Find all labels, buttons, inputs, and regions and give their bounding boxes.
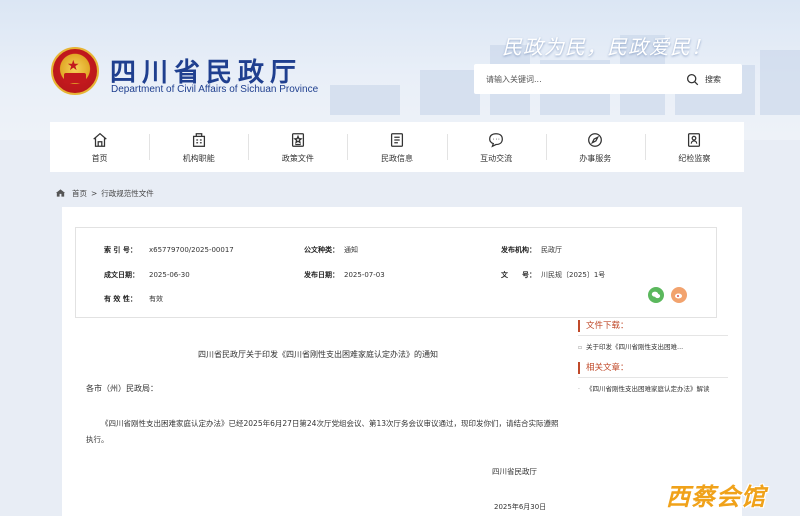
skyline-building xyxy=(420,70,480,115)
search-input[interactable] xyxy=(474,64,674,94)
content-panel: 索 引 号： x65779700/2025-00017 公文种类： 通知 发布机构：… xyxy=(62,207,742,516)
file-icon: ▫ xyxy=(578,344,583,351)
meta-doc-number-value: 川民规〔2025〕1号 xyxy=(541,271,606,279)
breadcrumb-separator: > xyxy=(91,188,98,198)
wechat-share-icon[interactable] xyxy=(648,287,664,303)
breadcrumb-home-link[interactable]: 首页 xyxy=(72,188,87,199)
nav-label: 政策文件 xyxy=(281,153,314,163)
divider xyxy=(578,335,728,336)
article-greeting: 各市（州）民政局： xyxy=(86,384,158,393)
wechat-glyph-icon xyxy=(651,291,661,299)
document-meta-box: 索 引 号： x65779700/2025-00017 公文种类： 通知 发布机构：… xyxy=(75,227,717,318)
downloads-heading: 文件下载： xyxy=(578,320,728,332)
nav-label: 纪检监察 xyxy=(678,153,711,163)
meta-doc-number-label: 文 号： xyxy=(501,271,536,279)
nav-item-home[interactable]: 首页 xyxy=(50,122,149,172)
meta-issuer-value: 民政厅 xyxy=(541,246,562,254)
chat-bubble-icon xyxy=(489,132,504,148)
search-box: 搜索 xyxy=(474,64,742,94)
article-signature: 四川省民政厅 xyxy=(492,467,537,476)
related-heading: 相关文章： xyxy=(578,362,728,374)
home-icon xyxy=(55,189,66,197)
badge-icon xyxy=(688,132,701,147)
info-list-icon xyxy=(390,132,404,147)
article-date: 2025年6月30日 xyxy=(494,503,547,511)
search-button-label: 搜索 xyxy=(705,74,721,84)
divider xyxy=(578,377,728,378)
meta-published-label: 发布日期： xyxy=(304,271,339,279)
home-icon xyxy=(92,132,107,147)
meta-created-value: 2025-06-30 xyxy=(149,271,190,279)
download-link[interactable]: ▫ 关于印发《四川省刚性支出困难... xyxy=(578,342,728,353)
meta-index-value: x65779700/2025-00017 xyxy=(149,246,234,254)
meta-validity-label: 有 效 性： xyxy=(104,295,137,303)
search-icon xyxy=(686,73,699,85)
meta-index-label: 索 引 号： xyxy=(104,246,137,254)
meta-doc-type: 公文种类： 通知 xyxy=(304,245,358,255)
meta-doc-type-value: 通知 xyxy=(344,246,358,254)
meta-created: 成文日期： 2025-06-30 xyxy=(104,270,190,280)
meta-doc-number: 文 号： 川民规〔2025〕1号 xyxy=(501,270,605,280)
sidebar-related: 相关文章： · 《四川省刚性支出困难家庭认定办法》解读 xyxy=(578,362,728,395)
weibo-glyph-icon xyxy=(675,293,682,299)
meta-validity-value: 有效 xyxy=(149,295,163,303)
nav-item-policy[interactable]: 政策文件 xyxy=(248,122,347,172)
related-article-label: 《四川省刚性支出困难家庭认定办法》解读 xyxy=(586,385,710,393)
nav-label: 首页 xyxy=(91,153,108,163)
download-link-label: 关于印发《四川省刚性支出困难... xyxy=(586,343,684,351)
search-button[interactable]: 搜索 xyxy=(686,64,742,94)
meta-validity: 有 效 性： 有效 xyxy=(104,294,163,304)
breadcrumb: 首页 > 行政规范性文件 xyxy=(55,186,154,200)
meta-created-label: 成文日期： xyxy=(104,271,139,279)
skyline-building xyxy=(330,85,400,115)
document-star-icon xyxy=(291,132,304,147)
nav-label: 互动交流 xyxy=(480,153,513,163)
nav-label: 民政信息 xyxy=(380,153,413,163)
meta-issuer: 发布机构： 民政厅 xyxy=(501,245,562,255)
skyline-building xyxy=(760,50,800,115)
nav-label: 办事服务 xyxy=(579,153,612,163)
related-article-link[interactable]: · 《四川省刚性支出困难家庭认定办法》解读 xyxy=(578,384,728,395)
meta-published-value: 2025-07-03 xyxy=(344,271,385,279)
slogan: 民政为民，民政爱民！ xyxy=(502,35,712,59)
nav-item-organization[interactable]: 机构职能 xyxy=(149,122,248,172)
nav-item-services[interactable]: 办事服务 xyxy=(545,122,645,172)
meta-published: 发布日期： 2025-07-03 xyxy=(304,270,385,280)
watermark-logo: 西蔡会馆 xyxy=(666,483,766,511)
meta-issuer-label: 发布机构： xyxy=(501,246,536,254)
building-icon xyxy=(192,132,205,147)
site-subtitle: Department of Civil Affairs of Sichuan P… xyxy=(111,84,319,95)
main-nav: 首页 机构职能 政策文件 民政信息 互动交流 办事服务 纪检监察 xyxy=(50,122,744,172)
meta-doc-type-label: 公文种类： xyxy=(304,246,339,254)
nav-item-interaction[interactable]: 互动交流 xyxy=(446,122,546,172)
nav-label: 机构职能 xyxy=(182,153,215,163)
compass-icon xyxy=(588,132,603,147)
article-body: 《四川省刚性支出困难家庭认定办法》已经2025年6月27日第24次厅党组会议、第… xyxy=(86,419,559,444)
nav-item-discipline[interactable]: 纪检监察 xyxy=(644,122,744,172)
sidebar-downloads: 文件下载： ▫ 关于印发《四川省刚性支出困难... xyxy=(578,320,728,353)
nav-item-info[interactable]: 民政信息 xyxy=(347,122,446,172)
article-title: 四川省民政厅关于印发《四川省刚性支出困难家庭认定办法》的通知 xyxy=(198,350,438,359)
breadcrumb-current-link[interactable]: 行政规范性文件 xyxy=(101,188,154,199)
bullet: · xyxy=(578,386,580,393)
weibo-share-icon[interactable] xyxy=(671,287,687,303)
national-emblem-icon[interactable]: ★ xyxy=(51,47,99,95)
meta-index: 索 引 号： x65779700/2025-00017 xyxy=(104,245,234,255)
